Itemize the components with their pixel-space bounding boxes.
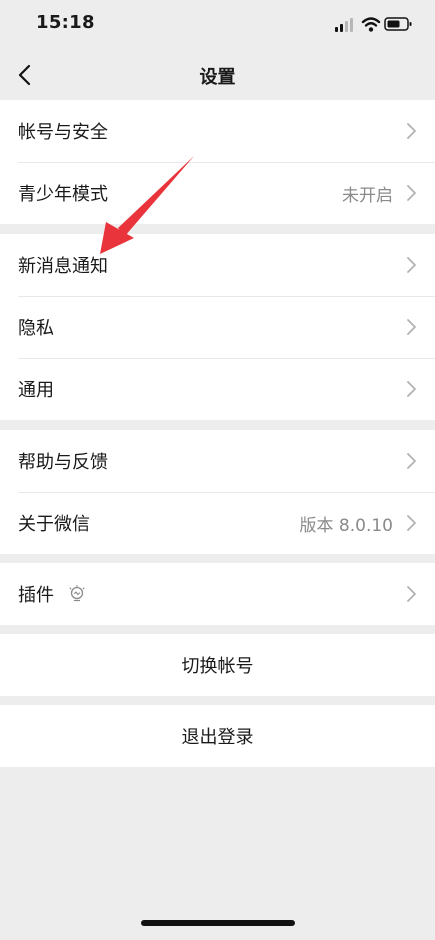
switch-account-label: 切换帐号	[181, 656, 254, 677]
version-label: 版本 8.0.10	[299, 515, 393, 536]
settings-item-help-feedback[interactable]: 帮助与反馈	[0, 430, 435, 492]
settings-item-label: 青少年模式	[18, 184, 108, 205]
settings-group-plugins: 插件	[0, 563, 435, 625]
switch-account-button[interactable]: 切换帐号	[0, 634, 435, 696]
chevron-right-icon	[407, 586, 416, 602]
logout-button[interactable]: 退出登录	[0, 705, 435, 767]
settings-group-about: 帮助与反馈 关于微信 版本 8.0.10	[0, 430, 435, 554]
home-indicator	[141, 920, 295, 926]
status-icons	[333, 15, 413, 33]
settings-group-general: 新消息通知 隐私 通用	[0, 234, 435, 420]
battery-icon	[384, 17, 412, 31]
status-bar: 15:18	[0, 0, 435, 50]
teen-mode-status: 未开启	[342, 185, 393, 206]
wifi-icon	[361, 17, 381, 32]
chevron-right-icon	[407, 453, 416, 469]
settings-item-about[interactable]: 关于微信 版本 8.0.10	[0, 492, 435, 554]
page-title: 设置	[199, 67, 236, 88]
nav-bar: 设置	[0, 50, 435, 100]
settings-item-label: 新消息通知	[18, 256, 108, 277]
settings-item-general[interactable]: 通用	[0, 358, 435, 420]
settings-item-privacy[interactable]: 隐私	[0, 296, 435, 358]
settings-item-label: 帐号与安全	[18, 122, 108, 143]
cellular-signal-icon	[335, 18, 353, 32]
settings-item-teen-mode[interactable]: 青少年模式 未开启	[0, 162, 435, 224]
settings-item-label: 通用	[18, 380, 54, 401]
settings-item-label: 插件	[18, 585, 54, 606]
settings-item-notifications[interactable]: 新消息通知	[0, 234, 435, 296]
chevron-right-icon	[407, 123, 416, 139]
logout-label: 退出登录	[181, 727, 254, 748]
settings-item-plugins[interactable]: 插件	[0, 563, 435, 625]
status-time: 15:18	[36, 12, 95, 33]
settings-item-account-security[interactable]: 帐号与安全	[0, 100, 435, 162]
chevron-right-icon	[407, 185, 416, 201]
settings-item-label: 帮助与反馈	[18, 452, 108, 473]
settings-item-label: 关于微信	[18, 514, 90, 535]
chevron-right-icon	[407, 515, 416, 531]
chevron-right-icon	[407, 257, 416, 273]
bulb-icon	[69, 585, 85, 602]
chevron-right-icon	[407, 319, 416, 335]
settings-item-label: 隐私	[18, 318, 54, 339]
settings-group-account: 帐号与安全 青少年模式 未开启	[0, 100, 435, 224]
chevron-right-icon	[407, 381, 416, 397]
